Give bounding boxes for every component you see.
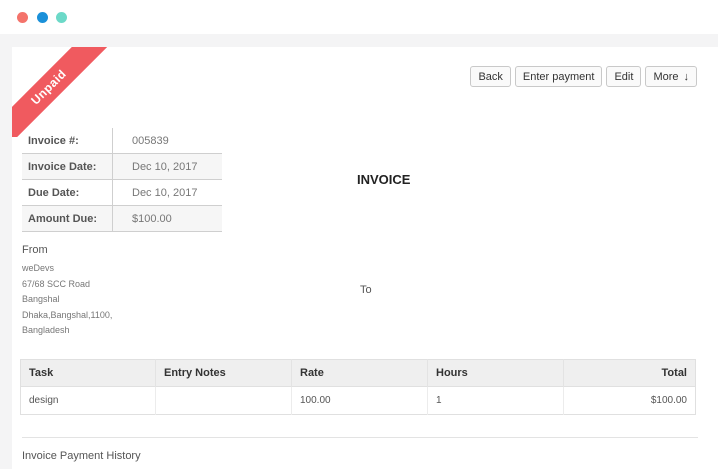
enter-payment-button[interactable]: Enter payment: [514, 66, 603, 87]
meta-value: Dec 10, 2017: [112, 179, 222, 206]
address-line: Bangshal: [22, 294, 60, 304]
meta-label: Invoice Date:: [22, 153, 113, 180]
meta-value: $100.00: [112, 205, 222, 232]
cell-rate: 100.00: [291, 386, 428, 415]
page-title: INVOICE: [357, 172, 411, 187]
meta-row-amount-due: Amount Due: $100.00: [22, 205, 222, 232]
cell-hours: 1: [427, 386, 564, 415]
meta-label: Invoice #:: [22, 128, 113, 154]
status-ribbon: Unpaid: [12, 47, 112, 137]
status-ribbon-label: Unpaid: [12, 47, 111, 137]
address-line: 67/68 SCC Road: [22, 278, 91, 289]
window-close-dot[interactable]: [17, 12, 28, 23]
back-button[interactable]: Back: [470, 66, 511, 87]
column-header-task: Task: [20, 359, 156, 387]
more-button-label: More: [653, 70, 679, 83]
meta-label: Amount Due:: [22, 205, 113, 232]
arrow-down-icon: ↓: [683, 70, 690, 83]
table-header-row: Task Entry Notes Rate Hours Total: [20, 359, 696, 387]
payment-history-heading: Invoice Payment History: [22, 450, 141, 462]
cell-entry-notes: [155, 386, 292, 415]
to-heading: To: [360, 284, 372, 296]
column-header-entry-notes: Entry Notes: [155, 359, 292, 387]
column-header-hours: Hours: [427, 359, 564, 387]
meta-row-due-date: Due Date: Dec 10, 2017: [22, 179, 222, 206]
cell-total: $100.00: [563, 386, 696, 415]
window-maximize-dot[interactable]: [56, 12, 67, 23]
from-address: weDevs 67/68 SCC Road Bangshal Dhaka,Ban…: [22, 261, 112, 339]
invoice-actions: Back Enter payment Edit More ↓: [470, 66, 697, 87]
invoice-panel: Unpaid Back Enter payment Edit More ↓ In…: [12, 47, 718, 469]
window-titlebar: [0, 0, 718, 34]
edit-button[interactable]: Edit: [606, 66, 642, 87]
column-header-total: Total: [563, 359, 696, 387]
from-heading: From: [22, 244, 48, 256]
table-row: design 100.00 1 $100.00: [20, 386, 696, 415]
section-divider: [22, 437, 698, 438]
address-line: Dhaka,Bangshal,1100,: [22, 309, 113, 320]
cell-task: design: [20, 386, 156, 415]
meta-value: 005839: [132, 134, 169, 147]
address-line: weDevs: [22, 263, 55, 273]
meta-row-invoice-number: Invoice #: 005839: [22, 128, 222, 154]
meta-row-invoice-date: Invoice Date: Dec 10, 2017: [22, 153, 222, 180]
address-line: Bangladesh: [22, 325, 70, 335]
window-minimize-dot[interactable]: [37, 12, 48, 23]
meta-value: Dec 10, 2017: [112, 153, 222, 180]
more-button[interactable]: More ↓: [645, 66, 697, 87]
meta-label: Due Date:: [22, 179, 113, 206]
column-header-rate: Rate: [291, 359, 428, 387]
line-items-table: Task Entry Notes Rate Hours Total design…: [20, 359, 696, 415]
invoice-meta-table: Invoice #: 005839 Invoice Date: Dec 10, …: [22, 128, 222, 232]
